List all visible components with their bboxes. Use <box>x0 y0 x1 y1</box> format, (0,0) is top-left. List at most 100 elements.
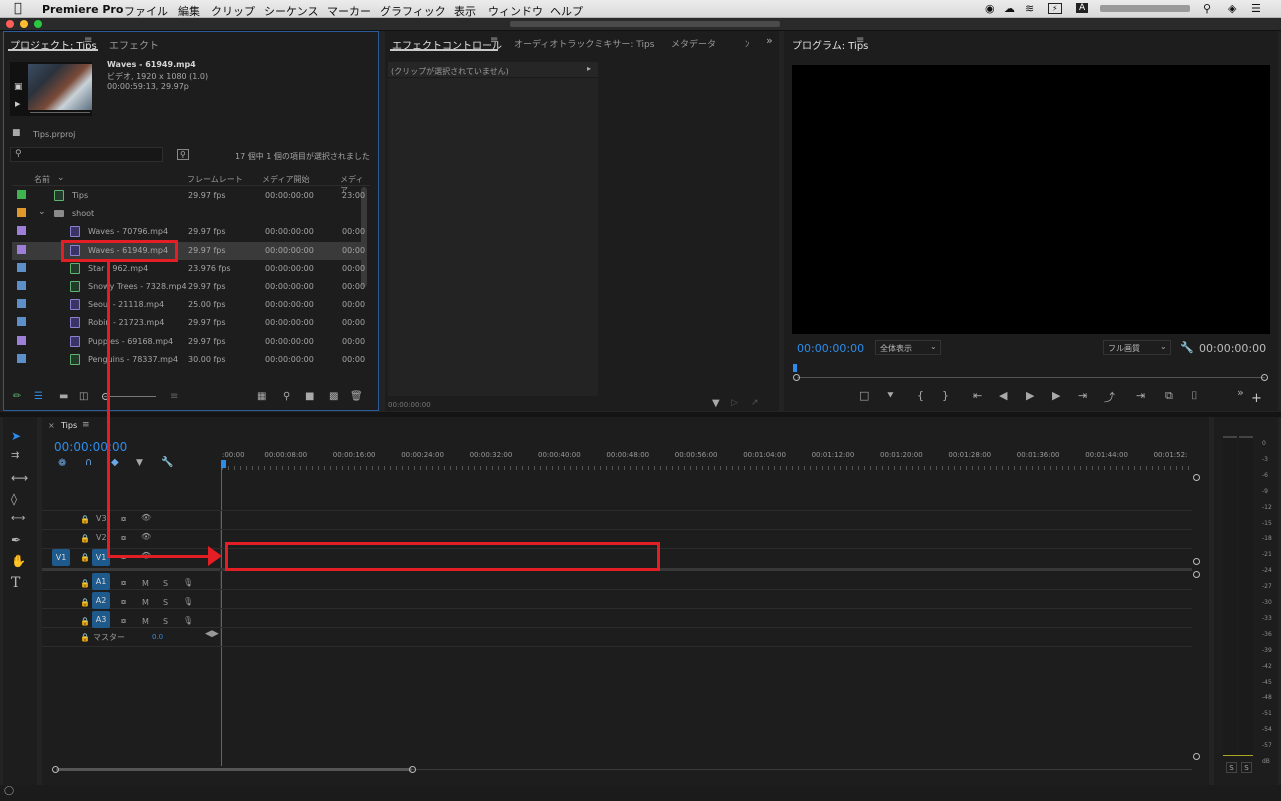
extract-icon[interactable]: ⇥ <box>1136 389 1145 402</box>
label-color-swatch[interactable] <box>17 353 26 363</box>
sync-lock-icon[interactable]: ⧇ <box>121 616 126 626</box>
new-item-icon[interactable]: ▩ <box>329 391 338 402</box>
project-item-row[interactable]: Robin - 21723.mp4 29.97 fps 00:00:00:00 00:… <box>12 314 365 332</box>
add-marker-icon[interactable]: ⯆ <box>886 389 895 403</box>
record-icon[interactable]: ◉ <box>985 2 995 15</box>
voiceover-mic-icon[interactable]: 🎙 <box>183 578 193 587</box>
tab-metadata[interactable]: メタデータ <box>671 37 716 50</box>
track-lock-icon[interactable]: 🔒 <box>80 553 90 562</box>
track-eye-icon[interactable]: 👁 <box>141 513 151 522</box>
wrench-icon[interactable]: 🔧 <box>1180 341 1194 354</box>
new-bin-icon[interactable]: ■ <box>305 391 314 402</box>
project-item-row[interactable]: Snowy Trees - 7328.mp4 29.97 fps 00:00:00:… <box>12 278 365 296</box>
menu-marker[interactable]: マーカー <box>327 3 371 19</box>
label-color-swatch[interactable] <box>17 317 26 327</box>
selection-tool-icon[interactable]: ➤ <box>11 429 21 443</box>
timeline-settings-wrench-icon[interactable]: 🔧 <box>161 457 173 468</box>
sync-lock-icon[interactable]: ⧇ <box>121 514 126 524</box>
zoom-slider[interactable] <box>104 396 156 397</box>
label-color-swatch[interactable] <box>17 190 26 199</box>
solo-left-button[interactable]: S <box>1226 762 1237 773</box>
cloud-icon[interactable]: ☁ <box>1004 2 1015 15</box>
type-tool-icon[interactable]: T <box>11 575 20 591</box>
minimize-window-icon[interactable] <box>20 20 28 28</box>
col-name[interactable]: 名前 <box>34 174 50 185</box>
program-video-viewport[interactable] <box>792 65 1270 334</box>
project-item-row[interactable]: ⌄ shoot <box>12 205 362 223</box>
snap-magnet-icon[interactable]: ∩ <box>85 457 92 468</box>
expand-arrow-icon[interactable]: ▸ <box>587 64 591 73</box>
add-marker-icon[interactable]: ▼ <box>136 458 143 468</box>
col-media-start[interactable]: メディア開始 <box>262 174 309 185</box>
track-lock-icon[interactable]: 🔒 <box>80 617 90 626</box>
nest-toggle-icon[interactable]: ❁ <box>58 458 66 469</box>
tab-effects[interactable]: エフェクト <box>109 37 159 52</box>
button-editor-plus-icon[interactable]: + <box>1251 391 1262 406</box>
track-target-a2[interactable]: A2 <box>92 592 110 609</box>
step-back-icon[interactable]: ◀ <box>999 389 1007 402</box>
lift-icon[interactable]: ⤴ <box>1104 389 1115 405</box>
track-lock-icon[interactable]: 🔒 <box>80 579 90 588</box>
voiceover-mic-icon[interactable]: 🎙 <box>183 597 193 606</box>
trash-icon[interactable]: 🗑 <box>350 391 363 402</box>
safe-margins-icon[interactable]: □ <box>859 389 869 402</box>
program-scrub-bar[interactable] <box>797 377 1265 378</box>
mark-in-icon[interactable]: { <box>917 389 924 402</box>
automate-to-sequence-icon[interactable]: ▦ <box>257 391 266 402</box>
export-icon[interactable]: ↗ <box>751 398 759 408</box>
battery-icon[interactable]: ⚡ <box>1048 3 1062 14</box>
track-lock-icon[interactable]: 🔒 <box>80 534 90 543</box>
sort-chevron-icon[interactable]: ⌄ <box>57 173 65 183</box>
sync-lock-icon[interactable]: ⧇ <box>121 533 126 543</box>
filter-icon[interactable]: ▼ <box>712 398 720 409</box>
label-color-swatch[interactable] <box>17 226 26 236</box>
play-audio-icon[interactable]: ▷ <box>731 398 738 408</box>
icon-view-icon[interactable]: ▬ <box>59 391 68 402</box>
creative-cloud-icon[interactable]: ◯ <box>4 786 14 796</box>
tab-overflow[interactable]: ﾝ <box>745 37 750 50</box>
program-playhead[interactable] <box>793 364 797 372</box>
slip-tool-icon[interactable]: ⟷ <box>11 513 25 524</box>
comparison-view-icon[interactable]: ⧉ <box>1165 389 1173 403</box>
track-select-tool-icon[interactable]: ⇉ <box>11 450 19 461</box>
folder-disclosure-icon[interactable]: ⌄ <box>38 207 46 217</box>
menu-view[interactable]: 表示 <box>454 3 476 19</box>
label-color-swatch[interactable] <box>17 299 26 309</box>
solo-right-button[interactable]: S <box>1241 762 1252 773</box>
playback-quality-dropdown[interactable]: フル画質 ⌄ <box>1103 340 1171 355</box>
zoom-window-icon[interactable] <box>34 20 42 28</box>
project-search-input[interactable]: ⚲ <box>10 147 163 162</box>
control-center-icon[interactable]: ☰ <box>1251 2 1261 15</box>
tab-sequence[interactable]: Tips <box>61 421 77 430</box>
track-target-a3[interactable]: A3 <box>92 611 110 628</box>
app-name-menu[interactable]: Premiere Pro <box>42 3 123 16</box>
solo-button[interactable]: S <box>163 579 168 588</box>
solo-button[interactable]: S <box>163 617 168 626</box>
go-to-out-icon[interactable]: ⇥ <box>1078 389 1087 402</box>
find-icon[interactable]: ⚲ <box>283 391 290 402</box>
play-poster-icon[interactable]: ▶ <box>15 100 20 108</box>
master-volume-value[interactable]: 0.0 <box>152 633 163 641</box>
track-eye-icon[interactable]: 👁 <box>141 532 151 541</box>
hscroll-left-handle[interactable] <box>52 766 59 773</box>
sync-lock-icon[interactable]: ⧇ <box>121 597 126 607</box>
fit-dropdown[interactable]: 全体表示 ⌄ <box>875 340 941 355</box>
go-to-in-icon[interactable]: ⇤ <box>973 389 982 402</box>
program-current-timecode[interactable]: 00:00:00:00 <box>797 342 864 355</box>
ripple-edit-tool-icon[interactable]: ⟷ <box>11 471 28 485</box>
project-item-row[interactable]: Waves - 70796.mp4 29.97 fps 00:00:00:00 00:… <box>12 223 365 241</box>
horizontal-scroll-thumb[interactable] <box>56 768 412 771</box>
step-forward-icon[interactable]: ▶ <box>1052 389 1060 402</box>
write-protect-pencil-icon[interactable]: ✏ <box>13 391 21 402</box>
menu-window[interactable]: ウィンドウ <box>488 3 543 19</box>
razor-tool-icon[interactable]: ◊ <box>11 492 17 506</box>
project-item-row[interactable]: Star - 962.mp4 23.976 fps 00:00:00:00 00:00 <box>12 260 365 278</box>
scrub-start-handle[interactable] <box>793 374 800 381</box>
timeline-playhead-handle[interactable] <box>221 460 226 468</box>
panel-menu-icon[interactable]: ≡ <box>82 420 90 430</box>
label-color-swatch[interactable] <box>17 335 26 345</box>
label-color-swatch[interactable] <box>17 208 26 218</box>
track-lock-icon[interactable]: 🔒 <box>80 515 90 524</box>
menu-help[interactable]: ヘルプ <box>550 3 583 19</box>
timeline-timecode[interactable]: 00:00:00:00 <box>54 440 127 454</box>
